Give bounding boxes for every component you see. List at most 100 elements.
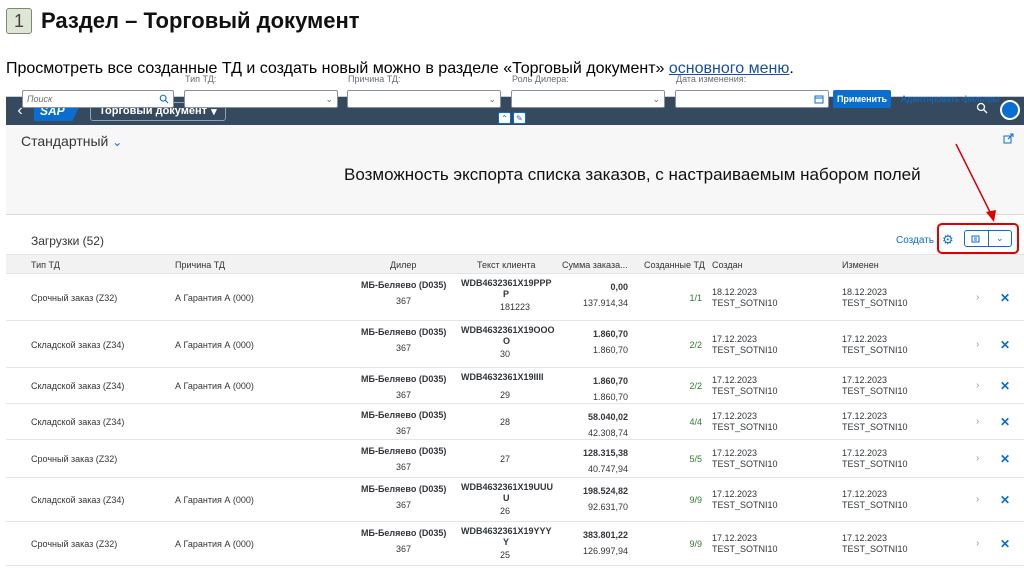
cell-changed-date: 17.12.2023 (842, 489, 888, 499)
table-header: Тип ТД Причина ТД Дилер Текст клиента Су… (6, 254, 1024, 274)
cell-created-date: 17.12.2023 (712, 334, 758, 344)
chevron-down-icon[interactable]: ⌄ (989, 231, 1012, 246)
cell-text3: 181223 (500, 302, 531, 312)
cell-text2: P (503, 289, 510, 299)
cell-changed-date: 18.12.2023 (842, 287, 888, 297)
cell-text3: 28 (500, 417, 511, 427)
cell-sum2: 1.860,70 (592, 392, 628, 402)
col-header[interactable]: Тип ТД (31, 260, 60, 270)
cell-type: Срочный заказ (Z32) (31, 293, 118, 303)
cell-sum2: 126.997,94 (582, 546, 628, 556)
chevron-down-icon: ⌄ (325, 93, 333, 104)
table-row[interactable]: Складской заказ (Z34) А Гарантия А (000) М… (6, 478, 1024, 522)
cell-sum1: 128.315,38 (582, 448, 628, 458)
cell-text1: WDB4632361X19YYY (461, 526, 552, 536)
cell-changed-by: TEST_SOTNI10 (842, 544, 908, 554)
type-filter-select[interactable]: ⌄ (184, 90, 338, 108)
col-header[interactable]: Создан (712, 260, 743, 270)
search-input[interactable]: Поиск (22, 90, 174, 108)
cell-td: 9/9 (689, 539, 702, 549)
chevron-right-icon[interactable]: › (976, 538, 979, 549)
filter-bar: Стандартный ⌄ Возможность экспорта списк… (6, 125, 1024, 215)
cell-changed-by: TEST_SOTNI10 (842, 422, 908, 432)
cell-td: 1/1 (689, 293, 702, 303)
close-icon[interactable]: ✕ (1000, 452, 1010, 466)
export-icon[interactable] (965, 231, 989, 246)
cell-dealer: МБ-Беляево (D035) (361, 446, 447, 456)
apply-button[interactable]: Применить (833, 90, 891, 108)
chevron-right-icon[interactable]: › (976, 380, 979, 391)
export-annotation: Возможность экспорта списка заказов, с н… (344, 165, 921, 184)
chevron-right-icon[interactable]: › (976, 494, 979, 505)
cell-text2: O (503, 336, 511, 346)
cell-changed-date: 17.12.2023 (842, 411, 888, 421)
table-row[interactable]: Срочный заказ (Z32) МБ-Беляево (D035) 367 2… (6, 440, 1024, 478)
col-header[interactable]: Текст клиента (477, 260, 535, 270)
calendar-icon (814, 95, 824, 104)
cell-created-date: 18.12.2023 (712, 287, 758, 297)
close-icon[interactable]: ✕ (1000, 493, 1010, 507)
cell-changed-by: TEST_SOTNI10 (842, 500, 908, 510)
date-filter-input[interactable] (675, 90, 829, 108)
table-row[interactable]: Складской заказ (Z34) МБ-Беляево (D035) 36… (6, 404, 1024, 440)
chevron-up-icon[interactable]: ⌃ (498, 112, 511, 124)
cell-sum2: 92.631,70 (587, 502, 628, 512)
cell-dealer-code: 367 (396, 544, 412, 554)
pin-icon[interactable]: ✎ (513, 112, 526, 124)
annotation-arrow (955, 143, 996, 222)
table-row[interactable]: Срочный заказ (Z32) А Гарантия А (000) МБ-… (6, 522, 1024, 566)
cell-text2: Y (503, 537, 510, 547)
cell-dealer: МБ-Беляево (D035) (361, 280, 447, 290)
slide-number: 1 (6, 8, 32, 34)
chevron-right-icon[interactable]: › (976, 453, 979, 464)
export-button[interactable]: ⌄ (964, 230, 1012, 247)
cell-text3: 26 (500, 506, 511, 516)
cell-sum1: 1.860,70 (592, 376, 628, 386)
chevron-right-icon[interactable]: › (976, 339, 979, 350)
create-button[interactable]: Создать (896, 235, 934, 246)
intro-body: Просмотреть все созданные ТД и создать н… (6, 60, 669, 77)
col-header[interactable]: Причина ТД (175, 260, 225, 270)
chevron-down-icon: ⌄ (488, 93, 496, 104)
slide-title: 1 Раздел – Торговый документ (6, 8, 360, 34)
cell-type: Срочный заказ (Z32) (31, 454, 118, 464)
cell-created-by: TEST_SOTNI10 (712, 500, 778, 510)
cell-created-date: 17.12.2023 (712, 533, 758, 543)
chevron-right-icon[interactable]: › (976, 292, 979, 303)
close-icon[interactable]: ✕ (1000, 537, 1010, 551)
table-row[interactable]: Складской заказ (Z34) А Гарантия А (000) М… (6, 368, 1024, 404)
close-icon[interactable]: ✕ (1000, 379, 1010, 393)
adapt-filters-link[interactable]: Адаптировать фильтры (901, 94, 999, 104)
close-icon[interactable]: ✕ (1000, 415, 1010, 429)
cell-dealer: МБ-Беляево (D035) (361, 484, 447, 494)
col-header[interactable]: Сумма заказа... (562, 260, 628, 270)
table-row[interactable]: Срочный заказ (Z32) А Гарантия А (000) МБ-… (6, 274, 1024, 321)
table-row[interactable]: Складской заказ (Z34) А Гарантия А (000) М… (6, 321, 1024, 368)
cell-sum2: 137.914,34 (582, 298, 628, 308)
cell-created-by: TEST_SOTNI10 (712, 422, 778, 432)
col-header[interactable]: Дилер (390, 260, 416, 270)
role-filter-select[interactable]: ⌄ (511, 90, 665, 108)
chevron-down-icon: ⌄ (652, 93, 660, 104)
cell-changed-date: 17.12.2023 (842, 334, 888, 344)
cell-created-by: TEST_SOTNI10 (712, 345, 778, 355)
cell-sum1: 198.524,82 (582, 486, 628, 496)
cell-sum2: 42.308,74 (587, 428, 628, 438)
close-icon[interactable]: ✕ (1000, 291, 1010, 305)
cell-changed-by: TEST_SOTNI10 (842, 298, 908, 308)
col-header[interactable]: Созданные ТД (644, 260, 705, 270)
cell-reason: А Гарантия А (000) (175, 293, 254, 303)
cell-td: 4/4 (689, 417, 702, 427)
cell-td: 2/2 (689, 340, 702, 350)
reason-filter-select[interactable]: ⌄ (347, 90, 501, 108)
cell-type: Срочный заказ (Z32) (31, 539, 118, 549)
close-icon[interactable]: ✕ (1000, 338, 1010, 352)
cell-dealer-code: 367 (396, 426, 412, 436)
variant-selector[interactable]: Стандартный ⌄ (21, 133, 122, 149)
cell-sum1: 1.860,70 (592, 329, 628, 339)
col-header[interactable]: Изменен (842, 260, 879, 270)
header-collapse-controls: ⌃ ✎ (498, 112, 526, 124)
chevron-right-icon[interactable]: › (976, 416, 979, 427)
avatar[interactable] (1000, 100, 1020, 120)
search-icon (159, 94, 169, 104)
